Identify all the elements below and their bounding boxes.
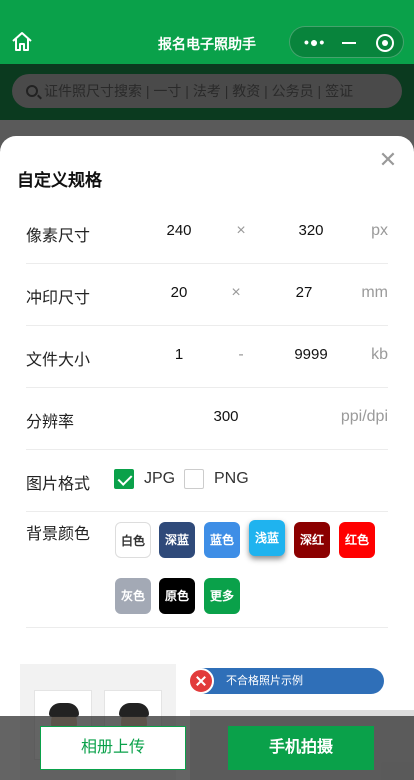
app-header: 报名电子照助手 •●•	[0, 0, 414, 64]
swatch-white[interactable]: 白色	[115, 522, 151, 558]
resolution-unit: ppi/dpi	[340, 408, 388, 425]
bottom-action-bar: 相册上传 手机拍摄	[0, 716, 414, 780]
print-height-input[interactable]: 27	[281, 284, 327, 301]
print-size-row: 冲印尺寸 20 × 27 mm	[26, 264, 388, 326]
sheet-title: 自定义规格	[17, 171, 102, 190]
swatch-original[interactable]: 原色	[159, 578, 195, 614]
file-unit: kb	[371, 346, 388, 363]
print-size-label: 冲印尺寸	[26, 290, 91, 307]
pixel-size-row: 像素尺寸 240 × 320 px	[26, 202, 388, 264]
camera-capture-button[interactable]: 手机拍摄	[228, 726, 374, 770]
miniprogram-capsule: •●•	[289, 26, 404, 58]
print-width-input[interactable]: 20	[156, 284, 202, 301]
pixel-unit: px	[371, 222, 388, 239]
pixel-width-input[interactable]: 240	[156, 222, 202, 239]
times-separator: ×	[236, 222, 246, 239]
swatch-more[interactable]: 更多	[204, 578, 240, 614]
format-row: 图片格式 JPG PNG	[26, 450, 388, 512]
background-color-row: 背景颜色 白色 深蓝 蓝色 浅蓝 深红 红色 灰色 原色 更多	[26, 512, 388, 628]
print-unit: mm	[361, 284, 388, 301]
close-icon[interactable]: ✕	[378, 149, 398, 171]
swatch-dark-blue[interactable]: 深蓝	[159, 522, 195, 558]
file-min-input[interactable]: 1	[156, 346, 202, 363]
swatch-light-blue[interactable]: 浅蓝	[249, 520, 285, 556]
search-area: 证件照尺寸搜索 | 一寸 | 法考 | 教资 | 公务员 | 签证	[0, 64, 414, 120]
more-dots-icon[interactable]: •●•	[304, 35, 325, 49]
search-placeholder: 证件照尺寸搜索 | 一寸 | 法考 | 教资 | 公务员 | 签证	[44, 83, 354, 99]
jpg-option-label[interactable]: JPG	[144, 470, 175, 488]
pixel-height-input[interactable]: 320	[288, 222, 334, 239]
search-input[interactable]: 证件照尺寸搜索 | 一寸 | 法考 | 教资 | 公务员 | 签证	[12, 74, 402, 108]
error-x-icon	[188, 668, 214, 694]
resolution-row: 分辨率 300 ppi/dpi	[26, 388, 388, 450]
minus-icon[interactable]	[342, 42, 356, 44]
resolution-input[interactable]: 300	[206, 408, 246, 425]
search-icon	[26, 85, 38, 97]
file-size-row: 文件大小 1 - 9999 kb	[26, 326, 388, 388]
custom-spec-sheet: ✕ 自定义规格 像素尺寸 240 × 320 px 冲印尺寸 20 × 27 m…	[0, 136, 414, 780]
bad-example-banner: 不合格照片示例	[190, 668, 384, 694]
file-size-label: 文件大小	[26, 352, 91, 369]
swatch-dark-red[interactable]: 深红	[294, 522, 330, 558]
file-max-input[interactable]: 9999	[288, 346, 334, 363]
target-icon[interactable]	[376, 34, 394, 52]
jpg-checkbox[interactable]	[114, 469, 134, 489]
png-checkbox[interactable]	[184, 469, 204, 489]
swatch-gray[interactable]: 灰色	[115, 578, 151, 614]
album-upload-button[interactable]: 相册上传	[40, 726, 186, 770]
pixel-size-label: 像素尺寸	[26, 228, 91, 245]
swatch-red[interactable]: 红色	[339, 522, 375, 558]
format-label: 图片格式	[26, 476, 91, 493]
resolution-label: 分辨率	[26, 414, 75, 431]
background-label: 背景颜色	[26, 526, 91, 543]
times-separator: ×	[231, 284, 241, 301]
dash-separator: -	[238, 346, 244, 363]
png-option-label[interactable]: PNG	[214, 470, 249, 488]
swatch-blue[interactable]: 蓝色	[204, 522, 240, 558]
